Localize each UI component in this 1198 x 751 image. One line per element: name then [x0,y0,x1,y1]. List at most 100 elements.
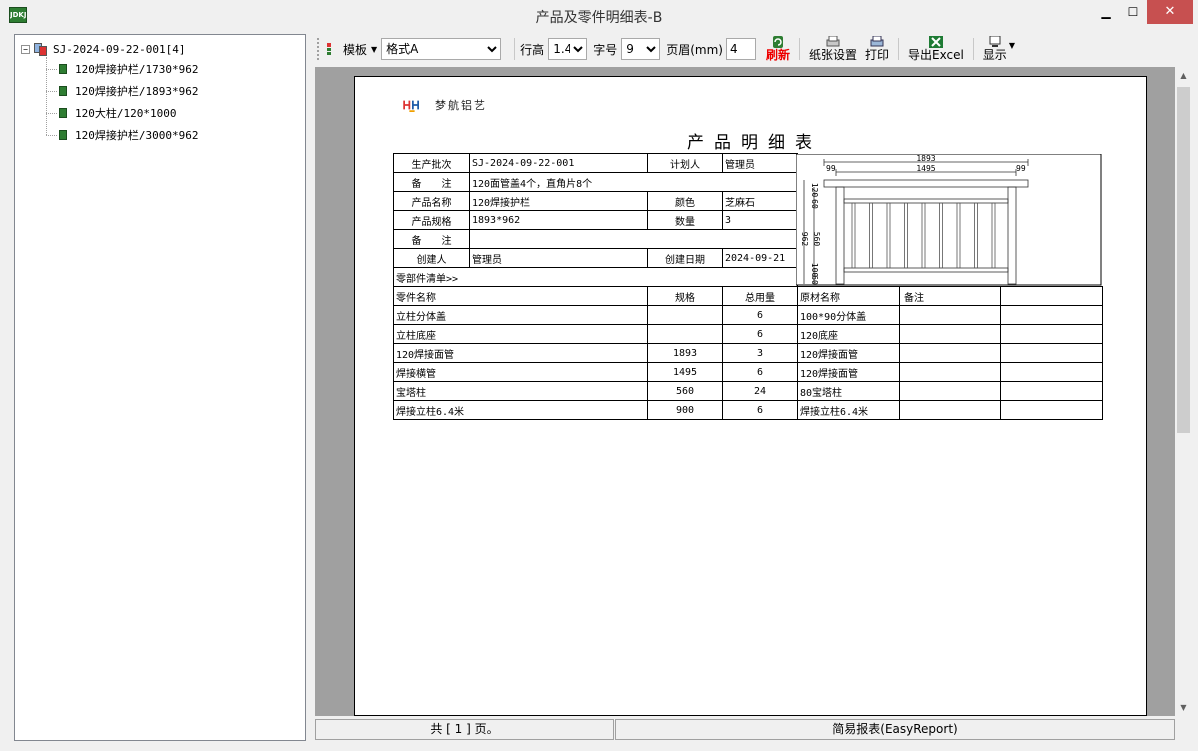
format-select[interactable]: 格式A [381,38,502,60]
scroll-up-icon[interactable]: ▲ [1175,67,1192,84]
row-height-select[interactable]: 1.4 [548,38,588,60]
template-label: 模板 [343,42,368,57]
display-icon [989,36,1001,47]
paper-settings-label: 纸张设置 [808,48,857,62]
column-header: 总用量 [722,286,798,306]
dropdown-arrow-icon[interactable]: ▼ [1009,41,1015,50]
table-row: 立柱底座 6 120底座 [393,324,1103,344]
tree-item[interactable]: 120大柱/120*1000 [59,104,176,122]
export-excel-label: 导出Excel [908,48,964,62]
note-label: 备 注 [393,229,470,249]
paper-settings-button[interactable]: 纸张设置 [805,36,861,62]
note-label: 备 注 [393,172,470,192]
table-row: 立柱分体盖 6 100*90分体盖 [393,305,1103,325]
batch-label: 生产批次 [393,153,470,173]
product-label: 产品名称 [393,191,470,211]
color-value: 芝麻石 [722,191,798,211]
tree-root[interactable]: − SJ-2024-09-22-001[4] [21,41,185,57]
toolbar: 模板 ▼ 格式A 行高 1.4 字号 9 页眉(mm) 刷新 纸张设置 打印 导… [315,34,1175,64]
part-spec: 1495 [647,362,723,382]
maximize-button[interactable]: ☐ [1119,0,1147,24]
print-button[interactable]: 打印 [861,36,893,62]
toolbar-separator [514,38,516,60]
dim-total-width: 1893 [916,154,935,163]
part-note [899,362,1001,382]
empty-cell [1000,324,1103,344]
refresh-icon [772,36,783,48]
scroll-down-icon[interactable]: ▼ [1175,699,1192,716]
product-icon [59,130,67,140]
column-header: 备注 [899,286,1001,306]
company-logo: 梦航铝艺 [401,97,487,113]
toolbar-separator [898,38,899,60]
part-note [899,305,1001,325]
header-table: 生产批次 SJ-2024-09-22-001 计划人 管理员 备 注 120面管… [393,153,798,287]
part-name: 立柱底座 [393,324,648,344]
dim-top-2: 60 [810,199,819,209]
product-icon [59,64,67,74]
part-name: 焊接立柱6.4米 [393,400,648,420]
tree-item[interactable]: 120焊接护栏/1730*962 [59,60,198,78]
date-value: 2024-09-21 [722,248,798,268]
scroll-thumb[interactable] [1177,87,1190,433]
toolbar-separator [972,38,974,60]
part-total: 3 [722,343,798,363]
refresh-label: 刷新 [765,48,790,62]
empty-cell [1000,305,1103,325]
part-material: 80宝塔柱 [797,381,900,401]
part-total: 24 [722,381,798,401]
part-material: 120焊接面管 [797,343,900,363]
planner-value: 管理员 [722,153,798,173]
dim-top: 120 [810,183,819,198]
report-page: 梦航铝艺 产品明细表 生产批次 SJ-2024-09-22-001 计划人 管理… [354,76,1147,716]
tree-item-label: 120焊接护栏/1730*962 [75,63,199,76]
export-excel-button[interactable]: 导出Excel [904,36,968,62]
template-icon [327,43,331,55]
product-value: 120焊接护栏 [469,191,648,211]
title-bar: JDKJ 产品及零件明细表-B ▁ ☐ ✕ [0,0,1198,31]
column-header: 原材名称 [797,286,900,306]
empty-cell [1000,381,1103,401]
tree-item[interactable]: 120焊接护栏/1893*962 [59,82,198,100]
refresh-button[interactable]: 刷新 [762,36,794,62]
part-name: 立柱分体盖 [393,305,648,325]
tree-item[interactable]: 120焊接护栏/3000*962 [59,126,198,144]
note-value: 120面管盖4个，直角片8个 [469,172,798,192]
part-note [899,381,1001,401]
part-note [899,343,1001,363]
logo-icon [403,100,419,112]
part-total: 6 [722,400,798,420]
column-header: 零件名称 [393,286,648,306]
dim-right-offset: 99 [1016,164,1026,173]
parts-list-label: 零部件清单>> [393,267,798,287]
window-title: 产品及零件明细表-B [535,10,663,26]
dim-left-offset: 99 [826,164,836,173]
minimize-button[interactable]: ▁ [1091,0,1121,24]
tree-connector [46,91,57,92]
dim-height: 962 [800,232,809,247]
dim-bottom-2: 60 [810,275,819,285]
part-spec [647,305,723,325]
parts-header-row: 零件名称 规格 总用量 原材名称 备注 [393,286,1103,306]
empty-cell [1000,400,1103,420]
display-button[interactable]: 显示 [979,36,1011,62]
product-icon [59,108,67,118]
printer-icon [870,36,884,47]
report-title: 产品明细表 [687,133,822,153]
logo-text: 梦航铝艺 [435,99,487,112]
margin-input[interactable] [725,38,756,60]
table-row: 焊接立柱6.4米 900 6 焊接立柱6.4米 [393,400,1103,420]
date-label: 创建日期 [647,248,723,268]
font-size-select[interactable]: 9 [621,38,661,60]
part-note [899,400,1001,420]
collapse-icon[interactable]: − [21,44,30,54]
margin-label: 页眉(mm) [666,42,723,57]
railing-drawing: 1893 1495 99 99 962 560 120 60 100 60 [796,154,1102,286]
template-button[interactable]: 模板 ▼ [324,36,377,62]
toolbar-grip[interactable] [317,38,320,60]
product-name: 简易报表(EasyReport) [615,719,1175,740]
close-button[interactable]: ✕ [1147,0,1193,24]
display-label: 显示 [982,48,1007,62]
batch-tree[interactable]: − SJ-2024-09-22-001[4] 120焊接护栏/1730*962 … [14,34,306,741]
vertical-scrollbar[interactable]: ▲ ▼ [1175,67,1192,716]
